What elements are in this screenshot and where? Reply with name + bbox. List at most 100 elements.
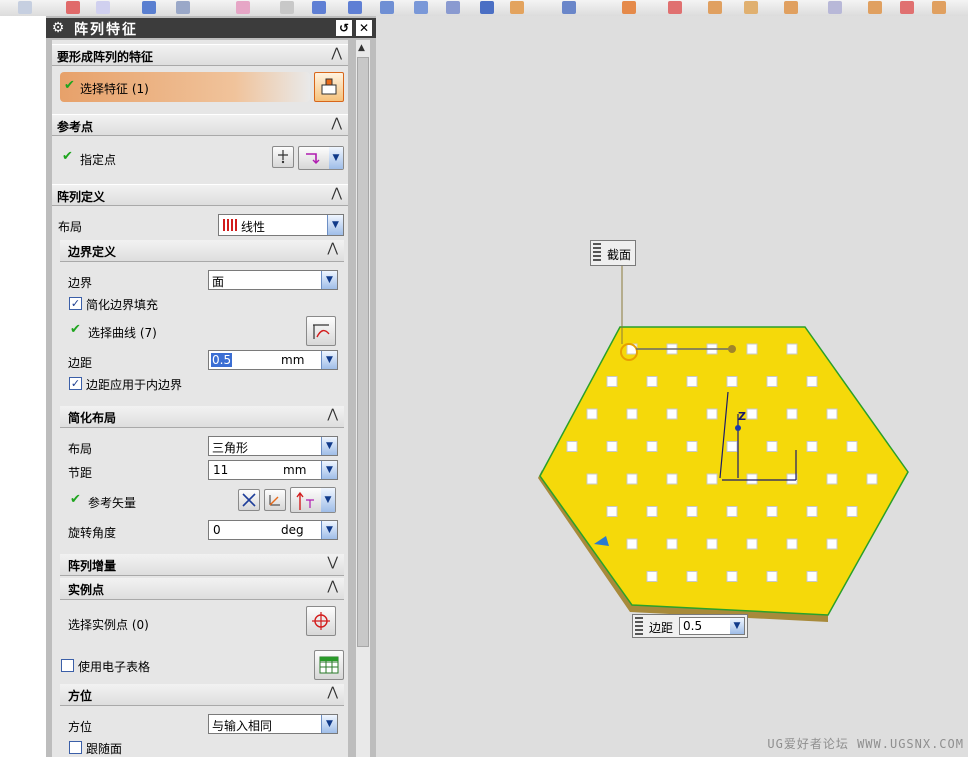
plate-top-face[interactable]	[539, 326, 909, 616]
select-feature-row[interactable]: ✔ 选择特征 (1)	[60, 72, 310, 102]
toolbar-tool-icon[interactable]	[562, 1, 576, 14]
chevron-down-icon[interactable]: ▼	[321, 351, 337, 369]
follow-face-checkbox[interactable]	[69, 741, 82, 754]
toolbar-tool-icon[interactable]	[66, 1, 80, 14]
chevron-up-icon[interactable]: ⋀	[327, 407, 338, 422]
toolbar-tool-icon[interactable]	[784, 1, 798, 14]
toolbar-tool-icon[interactable]	[236, 1, 250, 14]
rotation-label: 旋转角度	[68, 526, 117, 540]
gear-icon[interactable]: ⚙	[50, 20, 66, 36]
close-icon[interactable]: ✕	[356, 20, 372, 36]
vector-icon	[269, 495, 280, 506]
chevron-up-icon[interactable]: ⋀	[327, 241, 338, 256]
toolbar-tool-icon[interactable]	[446, 1, 460, 14]
spreadsheet-button[interactable]	[314, 650, 344, 680]
section-tag[interactable]: 截面	[590, 240, 636, 266]
select-instance-point-button[interactable]	[306, 606, 336, 636]
margin-onscreen-value[interactable]: 0.5	[683, 619, 702, 633]
select-feature-button[interactable]	[314, 72, 344, 102]
dialog-title-bar[interactable]: ⚙ 阵列特征 ↺ ✕	[46, 18, 376, 38]
chevron-down-icon[interactable]: ▼	[329, 147, 343, 169]
spreadsheet-checkbox[interactable]	[61, 659, 74, 672]
pitch-value[interactable]: 11	[213, 463, 228, 477]
section-pattern-definition-header[interactable]: 阵列定义 ⋀	[52, 184, 348, 206]
chevron-down-icon[interactable]: ⋁	[327, 555, 338, 570]
orientation-select[interactable]: 与输入相同 ▼	[208, 714, 338, 734]
pattern-increment-header[interactable]: 阵列增量 ⋁	[60, 554, 344, 576]
toolbar-tool-icon[interactable]	[414, 1, 428, 14]
simplified-layout-header[interactable]: 简化布局 ⋀	[60, 406, 344, 428]
rotation-field[interactable]: 0 deg ▼	[208, 520, 338, 540]
boundary-definition-header[interactable]: 边界定义 ⋀	[60, 240, 344, 262]
boundary-label: 边界	[68, 276, 93, 290]
layout-value: 线性	[241, 220, 266, 234]
orientation-value: 与输入相同	[212, 719, 273, 733]
toolbar-tool-icon[interactable]	[312, 1, 326, 14]
simplified-layout-value: 三角形	[212, 441, 249, 455]
inferred-vector-dropdown[interactable]: ▼	[290, 487, 336, 513]
simplified-layout-select[interactable]: 三角形 ▼	[208, 436, 338, 456]
margin-value[interactable]: 0.5	[211, 353, 233, 367]
dialog-scrollbar[interactable]: ▲	[356, 40, 370, 757]
drag-handle-icon[interactable]	[593, 243, 601, 263]
chevron-down-icon[interactable]: ▼	[321, 715, 337, 733]
toolbar-tool-icon[interactable]	[96, 1, 110, 14]
drag-handle-icon[interactable]	[635, 617, 643, 635]
rotation-value[interactable]: 0	[213, 523, 221, 537]
toolbar-tool-icon[interactable]	[900, 1, 914, 14]
toolbar-tool-icon[interactable]	[708, 1, 722, 14]
chevron-up-icon[interactable]: ⋀	[327, 579, 338, 594]
inner-boundary-checkbox[interactable]: ✓	[69, 377, 82, 390]
section-label: 截面	[607, 248, 632, 262]
boundary-select[interactable]: 面 ▼	[208, 270, 338, 290]
chevron-down-icon[interactable]: ▼	[321, 271, 337, 289]
toolbar-tool-icon[interactable]	[380, 1, 394, 14]
toolbar-tool-icon[interactable]	[622, 1, 636, 14]
toolbar-tool-icon[interactable]	[828, 1, 842, 14]
vector-handle[interactable]	[728, 345, 736, 353]
chevron-down-icon[interactable]: ▼	[327, 215, 343, 235]
margin-field[interactable]: 0.5 mm ▼	[208, 350, 338, 370]
chevron-up-icon[interactable]: ⋀	[331, 186, 342, 201]
reset-icon[interactable]: ↺	[336, 20, 352, 36]
chevron-down-icon[interactable]: ▼	[321, 461, 337, 479]
chevron-up-icon[interactable]: ▲	[358, 43, 365, 53]
toolbar-tool-icon[interactable]	[280, 1, 294, 14]
chevron-up-icon[interactable]: ⋀	[331, 46, 342, 61]
toolbar-tool-icon[interactable]	[744, 1, 758, 14]
vector-dialog-button[interactable]	[264, 489, 286, 511]
instance-points-header[interactable]: 实例点 ⋀	[60, 578, 344, 600]
chevron-down-icon[interactable]: ▼	[321, 437, 337, 455]
margin-onscreen-field[interactable]: 0.5 ▼	[679, 617, 745, 635]
chevron-down-icon[interactable]: ▼	[321, 488, 335, 512]
toolbar-tool-icon[interactable]	[142, 1, 156, 14]
simplify-fill-checkbox[interactable]: ✓	[69, 297, 82, 310]
select-curve-button[interactable]	[306, 316, 336, 346]
chevron-down-icon[interactable]: ▼	[730, 618, 744, 634]
point-dialog-button[interactable]	[272, 146, 294, 168]
toolbar-tool-icon[interactable]	[18, 1, 32, 14]
chevron-up-icon[interactable]: ⋀	[327, 685, 338, 700]
subsection-title: 阵列增量	[68, 559, 117, 573]
margin-onscreen-input[interactable]: 边距 0.5 ▼	[632, 614, 748, 638]
orientation-header[interactable]: 方位 ⋀	[60, 684, 344, 706]
toolbar-tool-icon[interactable]	[176, 1, 190, 14]
section-features-header[interactable]: 要形成阵列的特征 ⋀	[52, 44, 348, 66]
toolbar-tool-icon[interactable]	[668, 1, 682, 14]
pitch-field[interactable]: 11 mm ▼	[208, 460, 338, 480]
toolbar-tool-icon[interactable]	[480, 1, 494, 14]
chevron-up-icon[interactable]: ⋀	[331, 116, 342, 131]
inferred-point-dropdown[interactable]: ▼	[298, 146, 344, 170]
boss-instance	[826, 538, 838, 550]
layout-select[interactable]: 线性 ▼	[218, 214, 344, 236]
scrollbar-thumb[interactable]	[357, 57, 369, 647]
reverse-direction-button[interactable]	[238, 489, 260, 511]
toolbar-tool-icon[interactable]	[348, 1, 362, 14]
section-reference-point-header[interactable]: 参考点 ⋀	[52, 114, 348, 136]
toolbar-tool-icon[interactable]	[868, 1, 882, 14]
chevron-down-icon[interactable]: ▼	[321, 521, 337, 539]
hexagon-plate-model[interactable]	[376, 16, 968, 757]
toolbar-tool-icon[interactable]	[932, 1, 946, 14]
toolbar-tool-icon[interactable]	[510, 1, 524, 14]
graphics-viewport[interactable]: Z 截面 边距 0.5 ▼ UG爱好者论坛 WWW.UGSNX.COM	[376, 16, 968, 757]
